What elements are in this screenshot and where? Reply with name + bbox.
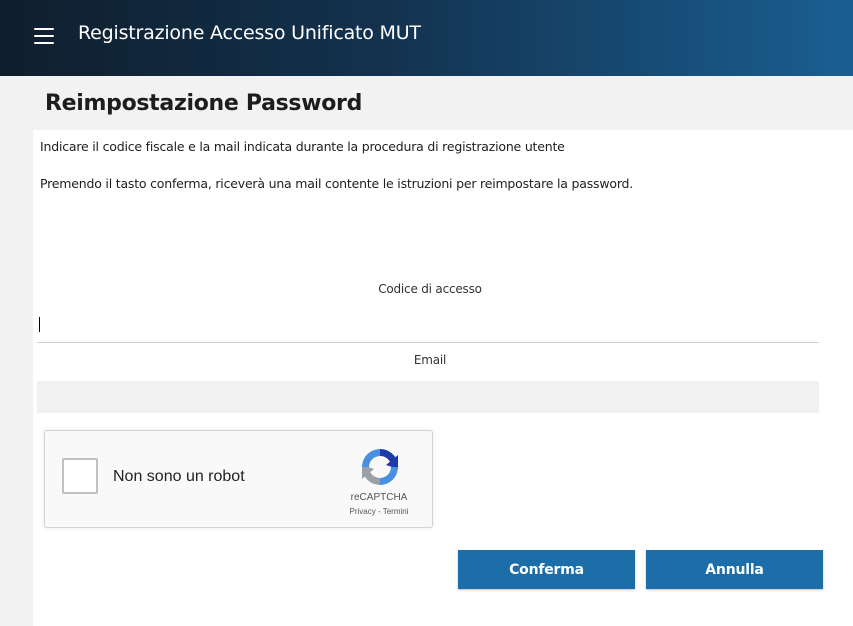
hamburger-menu-icon[interactable] <box>34 28 54 44</box>
recaptcha-checkbox[interactable] <box>62 458 98 494</box>
confirm-button[interactable]: Conferma <box>458 550 635 589</box>
email-label-text: Email <box>413 353 447 367</box>
recaptcha-terms-link[interactable]: Termini <box>383 507 409 516</box>
recaptcha-brand: reCAPTCHA <box>350 492 408 503</box>
recaptcha-links: Privacy - Termini <box>329 507 429 516</box>
code-label-text: Codice di accesso <box>378 282 482 296</box>
intro-text-instructions: Indicare il codice fiscale e la mail ind… <box>40 139 565 154</box>
intro-text-confirm-info: Premendo il tasto conferma, riceverà una… <box>40 176 634 191</box>
recaptcha-link-separator: - <box>375 507 383 516</box>
top-app-bar: Registrazione Accesso Unificato MUT <box>0 0 853 76</box>
email-input[interactable] <box>37 381 819 413</box>
page-title: Reimpostazione Password <box>45 91 363 116</box>
app-title: Registrazione Accesso Unificato MUT <box>78 22 421 44</box>
recaptcha-label: Non sono un robot <box>113 468 245 485</box>
text-caret <box>39 317 40 332</box>
recaptcha-widget: Non sono un robot reCAPTCHA Privacy - Te… <box>44 430 433 528</box>
cancel-button[interactable]: Annulla <box>646 550 823 589</box>
recaptcha-logo-icon <box>362 448 398 485</box>
recaptcha-privacy-link[interactable]: Privacy <box>350 507 376 516</box>
access-code-input[interactable] <box>37 312 819 343</box>
